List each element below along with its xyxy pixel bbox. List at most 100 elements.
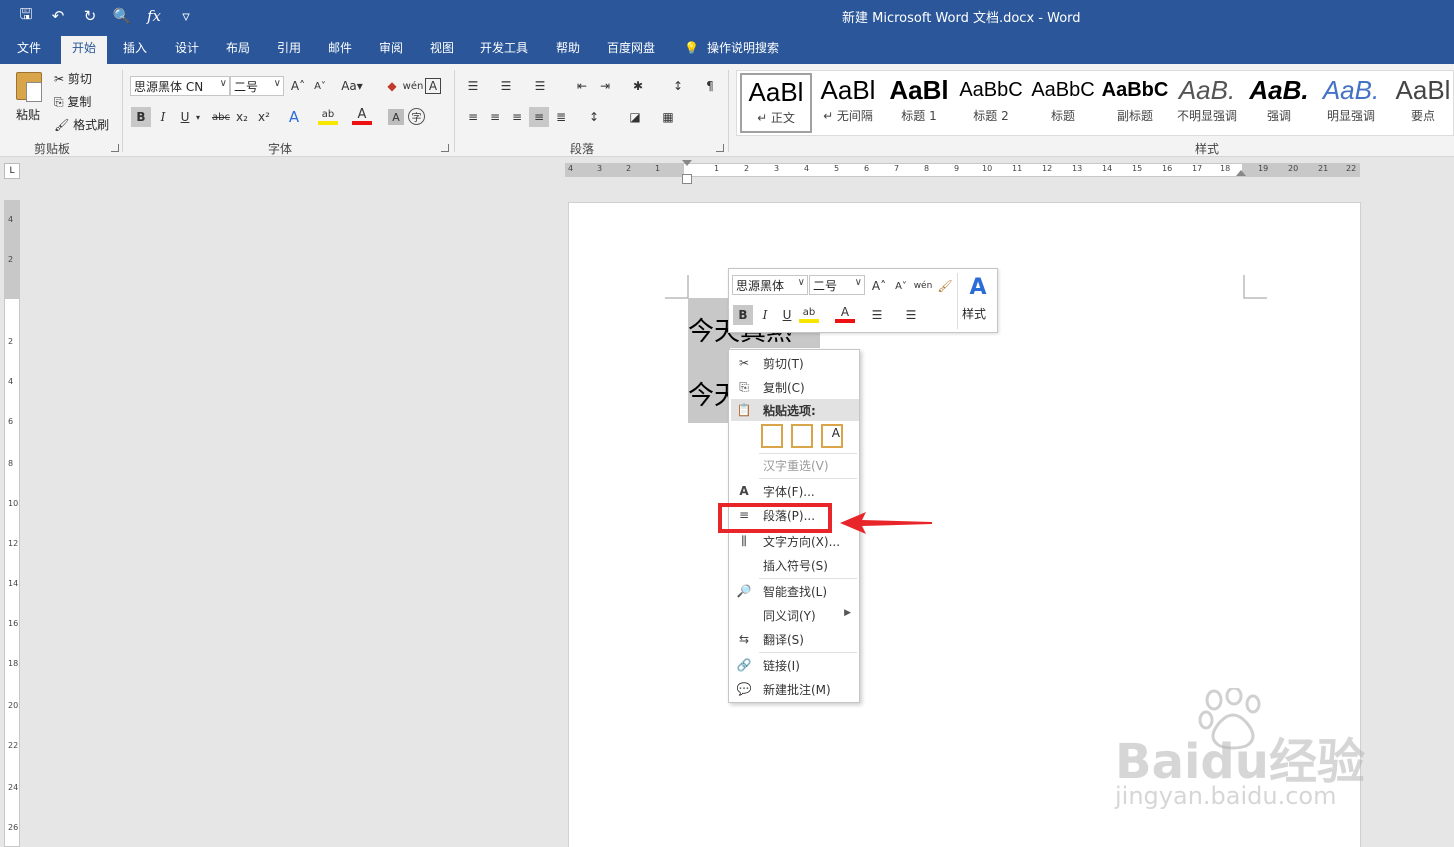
style-intense-emphasis[interactable]: AaB. 明显强调 [1315,73,1387,133]
style-heading-2[interactable]: AaBbC 标题 2 [955,73,1027,133]
numbering-icon[interactable]: ☰ [496,76,516,96]
tab-insert[interactable]: 插入 [123,39,147,56]
bold-button[interactable]: B [131,107,151,127]
grow-font-icon[interactable]: A˄ [288,76,308,96]
right-indent-marker[interactable] [1236,170,1246,176]
clear-format-icon[interactable]: ◆ [382,76,402,96]
font-size-combo[interactable]: 二号 ∨ [230,76,284,96]
menu-item-insert-symbol[interactable]: 插入符号(S) [731,554,859,576]
change-case-button[interactable]: Aa ▾ [338,76,366,96]
menu-item-link[interactable]: 🔗 链接(I) [731,654,859,676]
menu-item-copy[interactable]: ⎘ 复制(C) [731,376,859,398]
align-center-icon[interactable]: ≡ [485,107,505,127]
copy-button[interactable]: ⎘ 复制 [54,93,91,110]
format-painter-button[interactable]: 🖌 格式刷 [54,116,109,133]
paste-keep-source-icon[interactable] [761,424,783,448]
tab-file[interactable]: 文件 [17,39,41,56]
save-icon[interactable]: 🖫 [16,5,36,26]
align-right-icon[interactable]: ≡ [507,107,527,127]
tab-selector[interactable]: L [4,163,20,179]
style-title[interactable]: AaBbC 标题 [1027,73,1099,133]
multilevel-list-icon[interactable]: ☰ [530,76,550,96]
phonetic-guide-icon[interactable]: wén [403,76,424,96]
underline-dropdown-icon[interactable]: ▾ [193,107,203,127]
phonetic-guide-icon[interactable]: wén [913,276,933,296]
distributed-icon[interactable]: ≣ [551,107,571,127]
shading-icon[interactable]: ◪ [625,107,645,127]
style-heading-1[interactable]: AaBl 标题 1 [883,73,955,133]
tab-help[interactable]: 帮助 [556,39,580,56]
style-no-spacing[interactable]: AaBl ↵ 无间隔 [812,73,884,133]
paste-text-only-icon[interactable]: A [821,424,843,448]
mini-size-combo[interactable]: 二号 ∨ [809,275,865,295]
menu-item-synonyms[interactable]: 同义词(Y) ▶ [731,604,859,626]
style-subtle-emphasis[interactable]: AaB. 不明显强调 [1171,73,1243,133]
style-normal[interactable]: AaBl ↵ 正文 [740,73,812,133]
numbering-icon[interactable]: ☰ [901,305,921,325]
print-preview-icon[interactable]: 🔍 [112,6,132,26]
borders-icon[interactable]: ▦ [658,107,678,127]
align-left-icon[interactable]: ≡ [463,107,483,127]
menu-item-smart-lookup[interactable]: 🔎 智能查找(L) [731,580,859,602]
bold-button[interactable]: B [733,305,753,325]
redo-icon[interactable]: ↻ [80,6,100,26]
tell-me-search[interactable]: 💡 操作说明搜索 [684,39,779,56]
first-line-indent-marker[interactable] [682,160,692,166]
sort-icon[interactable]: ↕ [668,76,688,96]
style-subtitle[interactable]: AaBbC 副标题 [1099,73,1171,133]
shrink-font-icon[interactable]: A˅ [310,76,330,96]
paragraph-launcher[interactable] [716,144,724,152]
tab-design[interactable]: 设计 [175,39,199,56]
formula-icon[interactable]: fx [144,6,164,26]
tab-developer[interactable]: 开发工具 [480,39,528,56]
paste-button[interactable]: 粘贴 [12,68,48,134]
clipboard-launcher[interactable] [111,144,119,152]
tab-view[interactable]: 视图 [430,39,454,56]
grow-font-icon[interactable]: A˄ [869,276,889,296]
tab-home[interactable]: 开始 [61,36,108,65]
subscript-button[interactable]: x₂ [232,107,252,127]
italic-button[interactable]: I [755,305,775,325]
left-indent-marker[interactable] [682,174,692,184]
vertical-ruler[interactable]: 4 2 2 4 6 8 10 12 14 16 18 20 22 24 26 [4,200,20,847]
menu-item-new-comment[interactable]: 💬 新建批注(M) [731,678,859,700]
tab-layout[interactable]: 布局 [226,39,250,56]
styles-icon[interactable]: A [963,273,993,301]
bullets-icon[interactable]: ☰ [867,305,887,325]
justify-icon[interactable]: ≡ [529,107,549,127]
customize-qat-icon[interactable]: ▿ [176,6,196,26]
format-painter-icon[interactable]: 🖌 [935,276,955,296]
bullets-icon[interactable]: ☰ [463,76,483,96]
decrease-indent-icon[interactable]: ⇤ [572,76,592,96]
char-border-icon[interactable]: A [425,78,441,94]
cut-button[interactable]: ✂ 剪切 [54,70,92,87]
line-spacing-icon[interactable]: ↕ [584,107,604,127]
char-shading-icon[interactable]: A [388,109,404,125]
tab-mailings[interactable]: 邮件 [328,39,352,56]
font-name-combo[interactable]: 思源黑体 CN ∨ [130,76,230,96]
italic-button[interactable]: I [153,107,173,127]
superscript-button[interactable]: x² [254,107,274,127]
mini-font-combo[interactable]: 思源黑体 ∨ [732,275,808,295]
font-launcher[interactable] [441,144,449,152]
menu-item-translate[interactable]: ⇆ 翻译(S) [731,628,859,650]
style-strong[interactable]: AaBl 要点 [1387,73,1454,133]
style-emphasis[interactable]: AaB. 强调 [1243,73,1315,133]
menu-item-font[interactable]: A 字体(F)... [731,480,859,502]
tab-references[interactable]: 引用 [277,39,301,56]
font-color-icon[interactable]: A [835,305,855,323]
shrink-font-icon[interactable]: A˅ [891,276,911,296]
tab-baidu-netdisk[interactable]: 百度网盘 [607,39,655,56]
underline-button[interactable]: U [777,305,797,325]
underline-button[interactable]: U [175,107,195,127]
strikethrough-button[interactable]: abc [208,107,234,127]
paste-merge-icon[interactable] [791,424,813,448]
highlight-icon[interactable]: ab [318,107,338,125]
text-effects-icon[interactable]: A [284,107,304,127]
tab-review[interactable]: 审阅 [379,39,403,56]
menu-item-cut[interactable]: ✂ 剪切(T) [731,352,859,374]
enclose-char-icon[interactable]: 字 [408,108,425,125]
highlight-icon[interactable]: ab [799,305,819,323]
undo-icon[interactable]: ↶ [48,6,68,26]
chinese-layout-icon[interactable]: ✱ [628,76,648,96]
